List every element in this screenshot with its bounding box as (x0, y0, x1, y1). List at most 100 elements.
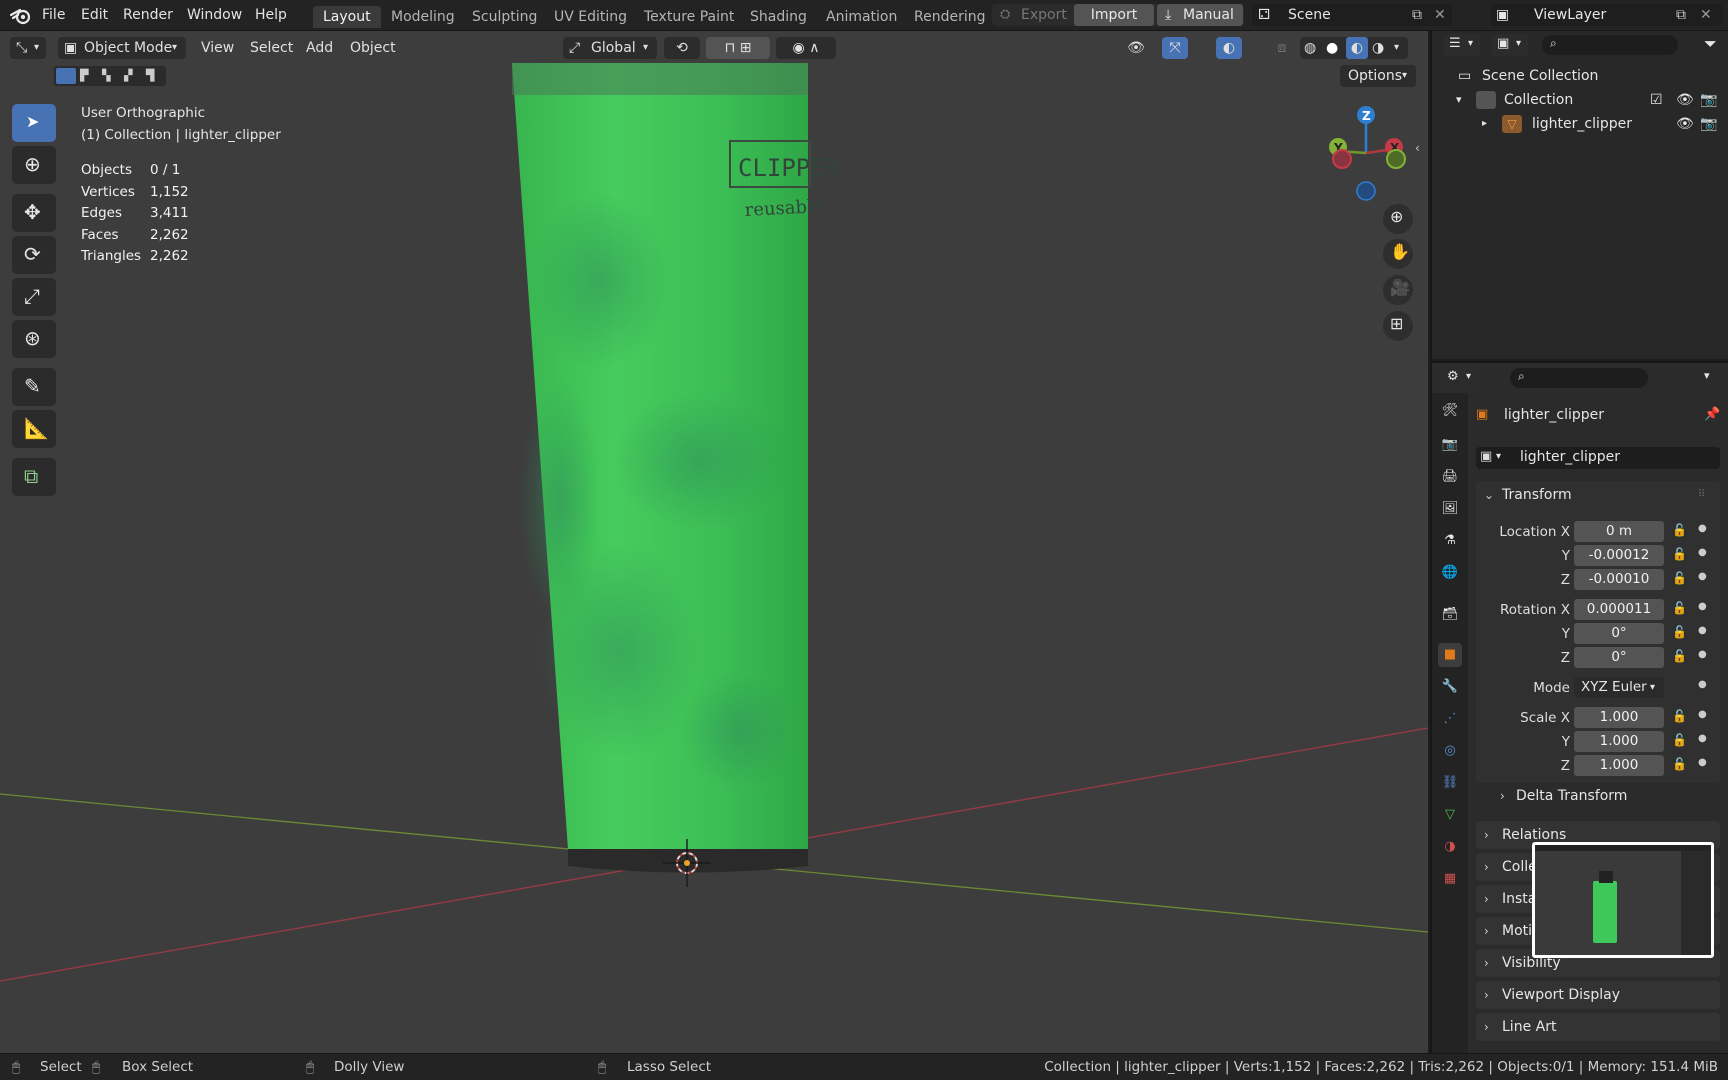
annotate-tool[interactable]: ✎ (12, 368, 56, 406)
keyframe-dot-icon[interactable]: ● (1698, 547, 1707, 558)
particles-tab-icon[interactable]: ⋰ (1438, 707, 1462, 731)
scale-x-field[interactable]: 1.000 (1574, 707, 1664, 728)
pan-hand-icon[interactable]: ✋ (1383, 239, 1413, 269)
move-tool[interactable]: ✥ (12, 194, 56, 232)
properties-search-input[interactable]: ⌕ (1510, 368, 1648, 388)
lock-icon[interactable]: 🔓 (1672, 601, 1687, 615)
eye-icon[interactable]: 👁 (1676, 88, 1694, 112)
keyframe-dot-icon[interactable]: ● (1698, 523, 1707, 534)
tab-shading[interactable]: Shading (740, 6, 817, 28)
keyframe-dot-icon[interactable]: ● (1698, 601, 1707, 612)
camera-render-icon[interactable]: 📷 (1700, 88, 1717, 112)
lock-icon[interactable]: 🔓 (1672, 523, 1687, 537)
location-y-field[interactable]: -0.00012 (1574, 545, 1664, 566)
3d-viewport[interactable]: CLIPPER reusable ⤡ ▾ ▣ Object Mode ▾ Vie… (0, 31, 1428, 1053)
select-extend-icon[interactable]: ▛ (80, 69, 88, 82)
location-x-field[interactable]: 0 m (1574, 521, 1664, 542)
outliner-row-collection[interactable]: ▾ Collection ☑ 👁 📷 (1432, 88, 1728, 112)
new-scene-icon[interactable]: ⧉ (1412, 4, 1422, 26)
outliner-search-input[interactable]: ⌕ (1542, 35, 1678, 55)
render-tab-icon[interactable]: 📷 (1438, 433, 1462, 457)
checkbox-icon[interactable]: ☑ (1650, 88, 1663, 112)
eye-icon[interactable]: 👁 (1676, 112, 1694, 136)
menu-select[interactable]: Select (250, 37, 293, 59)
select-new-icon[interactable] (56, 68, 76, 84)
screenshot-thumbnail[interactable] (1532, 842, 1714, 958)
menu-window[interactable]: Window (187, 7, 242, 23)
close-icon[interactable]: ✕ (1700, 4, 1712, 26)
scene-selector[interactable]: ⚁ Scene ✕ ⧉ (1252, 4, 1452, 26)
chevron-down-icon[interactable]: ▾ (1704, 369, 1710, 382)
sidebar-toggle-icon[interactable]: ‹ (1415, 141, 1420, 155)
panel-viewport-display[interactable]: › Viewport Display (1476, 981, 1720, 1009)
tab-layout[interactable]: Layout (313, 6, 381, 28)
menu-help[interactable]: Help (255, 7, 287, 23)
cursor-tool[interactable]: ⊕ (12, 146, 56, 184)
expand-down-icon[interactable]: ▾ (1456, 88, 1462, 112)
rendered-shading-icon[interactable]: ◑ (1372, 37, 1384, 59)
collection-tab-icon[interactable]: 🗃 (1438, 603, 1462, 627)
proportional-edit-icon[interactable]: ◉ ∧ (776, 37, 836, 59)
object-datablock-field[interactable]: ▣ ▾ lighter_clipper (1476, 447, 1720, 469)
blender-logo-icon[interactable] (10, 6, 32, 26)
lock-icon[interactable]: 🔓 (1672, 649, 1687, 663)
view-layer-tab-icon[interactable]: 🖼 (1438, 497, 1462, 521)
rotation-x-field[interactable]: 0.000011 (1574, 599, 1664, 620)
camera-render-icon[interactable]: 📷 (1700, 112, 1717, 136)
object-tab-icon[interactable]: ■ (1438, 643, 1462, 667)
overlays-toggle-icon[interactable]: ◐ (1216, 37, 1242, 59)
tab-modeling[interactable]: Modeling (381, 6, 465, 28)
chevron-down-icon[interactable]: ▾ (1394, 37, 1399, 59)
properties-editor-type[interactable]: ⚙ ▾ (1442, 367, 1478, 389)
lock-icon[interactable]: 🔓 (1672, 757, 1687, 771)
scene-tab-icon[interactable]: ⚗ (1438, 529, 1462, 553)
editor-type-selector[interactable]: ⤡ ▾ (10, 37, 46, 59)
outliner-row-scene-collection[interactable]: ▭ Scene Collection (1432, 64, 1728, 88)
tab-animation[interactable]: Animation (816, 6, 907, 28)
modifier-tab-icon[interactable]: 🔧 (1438, 675, 1462, 699)
navigation-gizmo[interactable]: Z X Y (1318, 103, 1414, 203)
pin-icon[interactable]: 📌 (1704, 407, 1720, 422)
material-tab-icon[interactable]: ◑ (1438, 835, 1462, 859)
outliner-editor-type[interactable]: ☰ ▾ (1444, 34, 1480, 56)
keyframe-dot-icon[interactable]: ● (1698, 649, 1707, 660)
tab-rendering[interactable]: Rendering (904, 6, 996, 28)
orientation-selector[interactable]: ⤢ Global ▾ (563, 37, 657, 59)
visibility-icon[interactable]: 👁 (1118, 37, 1154, 59)
close-icon[interactable]: ✕ (1434, 4, 1446, 26)
outliner-row-object[interactable]: ▸ ▽ lighter_clipper 👁 📷 (1432, 112, 1728, 136)
tab-sculpting[interactable]: Sculpting (462, 6, 547, 28)
import-button[interactable]: Import (1074, 4, 1154, 26)
transform-panel-header[interactable]: ⌄ Transform ⠿ (1476, 481, 1720, 509)
new-viewlayer-icon[interactable]: ⧉ (1676, 4, 1686, 26)
gizmo-toggle-icon[interactable]: ⤧ (1162, 37, 1188, 59)
material-shading-icon[interactable]: ◐ (1346, 37, 1368, 59)
scale-z-field[interactable]: 1.000 (1574, 755, 1664, 776)
select-box-tool[interactable]: ➤ (12, 104, 56, 142)
snap-icon[interactable]: ⊓ ⊞ (706, 37, 770, 59)
keyframe-dot-icon[interactable]: ● (1698, 733, 1707, 744)
location-z-field[interactable]: -0.00010 (1574, 569, 1664, 590)
solid-shading-icon[interactable]: ● (1326, 37, 1338, 59)
constraints-tab-icon[interactable]: ⛓ (1438, 771, 1462, 795)
menu-object[interactable]: Object (350, 37, 396, 59)
keyframe-dot-icon[interactable]: ● (1698, 757, 1707, 768)
zoom-icon[interactable]: ⊕ (1383, 204, 1413, 234)
measure-tool[interactable]: 📐 (12, 410, 56, 448)
rotation-y-field[interactable]: 0° (1574, 623, 1664, 644)
grid-toggle-icon[interactable]: ⊞ (1383, 311, 1413, 341)
wireframe-shading-icon[interactable]: ◍ (1304, 37, 1316, 59)
lock-icon[interactable]: 🔓 (1672, 625, 1687, 639)
delta-transform-subpanel[interactable]: › Delta Transform (1490, 783, 1720, 809)
keyframe-dot-icon[interactable]: ● (1698, 625, 1707, 636)
filter-icon[interactable]: ⏷ (1704, 34, 1717, 54)
data-tab-icon[interactable]: ▽ (1438, 803, 1462, 827)
camera-icon[interactable]: 🎥 (1383, 275, 1413, 305)
mode-selector[interactable]: ▣ Object Mode ▾ (58, 37, 186, 59)
manual-button[interactable]: ⤓ Manual (1157, 4, 1243, 26)
menu-file[interactable]: File (42, 7, 65, 23)
tool-tab-icon[interactable]: 🛠 (1438, 399, 1462, 423)
texture-tab-icon[interactable]: ▦ (1438, 867, 1462, 891)
drag-handle-icon[interactable]: ⠿ (1698, 481, 1705, 509)
scale-y-field[interactable]: 1.000 (1574, 731, 1664, 752)
